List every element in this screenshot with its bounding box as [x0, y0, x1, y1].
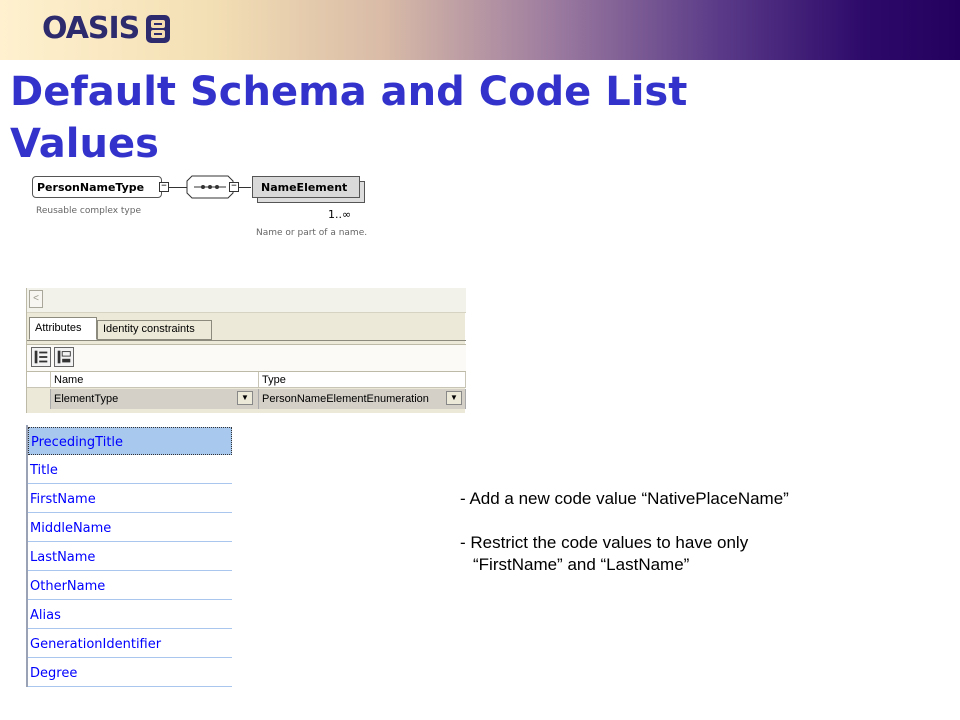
- name-element-node[interactable]: NameElement: [252, 176, 360, 198]
- note-add-code-value: - Add a new code value “NativePlaceName”: [460, 489, 789, 508]
- attribute-name-value: ElementType: [54, 393, 119, 405]
- append-attribute-icon[interactable]: [31, 347, 51, 367]
- schema-diagram: PersonNameType − Reusable complex type −…: [28, 168, 398, 248]
- attributes-grid: Name Type ElementType ▼ PersonNameElemen…: [27, 372, 466, 412]
- type-dropdown-icon[interactable]: ▼: [446, 391, 462, 405]
- column-header-type[interactable]: Type: [259, 372, 466, 388]
- name-element-label: NameElement: [261, 180, 348, 194]
- code-list-item[interactable]: OtherName: [28, 572, 232, 600]
- column-header-name[interactable]: Name: [51, 372, 259, 388]
- connector-line: [169, 187, 187, 188]
- row-selector[interactable]: [27, 389, 51, 409]
- name-dropdown-icon[interactable]: ▼: [237, 391, 253, 405]
- tab-identity-constraints[interactable]: Identity constraints: [97, 320, 212, 340]
- person-name-type-label: PersonNameType: [37, 180, 145, 194]
- person-name-type-desc: Reusable complex type: [36, 206, 142, 216]
- person-name-type-node[interactable]: PersonNameType: [32, 176, 162, 198]
- panel-icon-bar: [27, 344, 466, 372]
- code-list-item[interactable]: Alias: [28, 601, 232, 629]
- code-list-item[interactable]: Degree: [28, 659, 232, 687]
- collapse-toggle-icon[interactable]: −: [159, 182, 169, 192]
- tab-attributes[interactable]: Attributes: [29, 317, 97, 340]
- name-element-desc: Name or part of a name.: [256, 228, 368, 238]
- code-list: PrecedingTitle Title FirstName MiddleNam…: [26, 425, 232, 687]
- code-list-item[interactable]: PrecedingTitle: [28, 427, 232, 455]
- code-list-item[interactable]: GenerationIdentifier: [28, 630, 232, 658]
- code-list-item[interactable]: FirstName: [28, 485, 232, 513]
- title-line-1: Default Schema and Code List: [10, 69, 688, 115]
- note-restrict-codes: - Restrict the code values to have only: [460, 533, 749, 552]
- notes: - Add a new code value “NativePlaceName”…: [460, 488, 940, 576]
- attribute-name-cell[interactable]: ElementType ▼: [51, 389, 259, 409]
- oasis-logo[interactable]: OASIS: [42, 12, 171, 46]
- attribute-type-value: PersonNameElementEnumeration: [262, 393, 429, 405]
- logo-text: OASIS: [42, 11, 140, 46]
- code-list-item[interactable]: LastName: [28, 543, 232, 571]
- connector-line: [239, 187, 251, 188]
- code-list-item[interactable]: Title: [28, 456, 232, 484]
- code-list-item[interactable]: MiddleName: [28, 514, 232, 542]
- header-band: OASIS: [0, 0, 960, 60]
- collapse-toggle-icon[interactable]: −: [229, 182, 239, 192]
- panel-toolbar: <: [27, 288, 466, 313]
- attribute-type-cell[interactable]: PersonNameElementEnumeration ▼: [259, 389, 466, 409]
- page-title: Default Schema and Code List Values: [10, 66, 950, 170]
- panel-tabs: Attributes Identity constraints: [27, 317, 466, 341]
- sequence-compositor-icon[interactable]: [186, 175, 234, 199]
- attributes-panel: < Attributes Identity constraints Name T…: [26, 288, 466, 413]
- grid-row-header-corner: [27, 372, 51, 388]
- insert-attribute-icon[interactable]: [54, 347, 74, 367]
- title-line-2: Values: [10, 121, 159, 167]
- note-restrict-codes-cont: “FirstName” and “LastName”: [473, 555, 690, 574]
- oasis-mark-icon: [146, 15, 171, 43]
- cardinality-label: 1..∞: [328, 208, 352, 221]
- scroll-left-icon[interactable]: <: [29, 290, 43, 308]
